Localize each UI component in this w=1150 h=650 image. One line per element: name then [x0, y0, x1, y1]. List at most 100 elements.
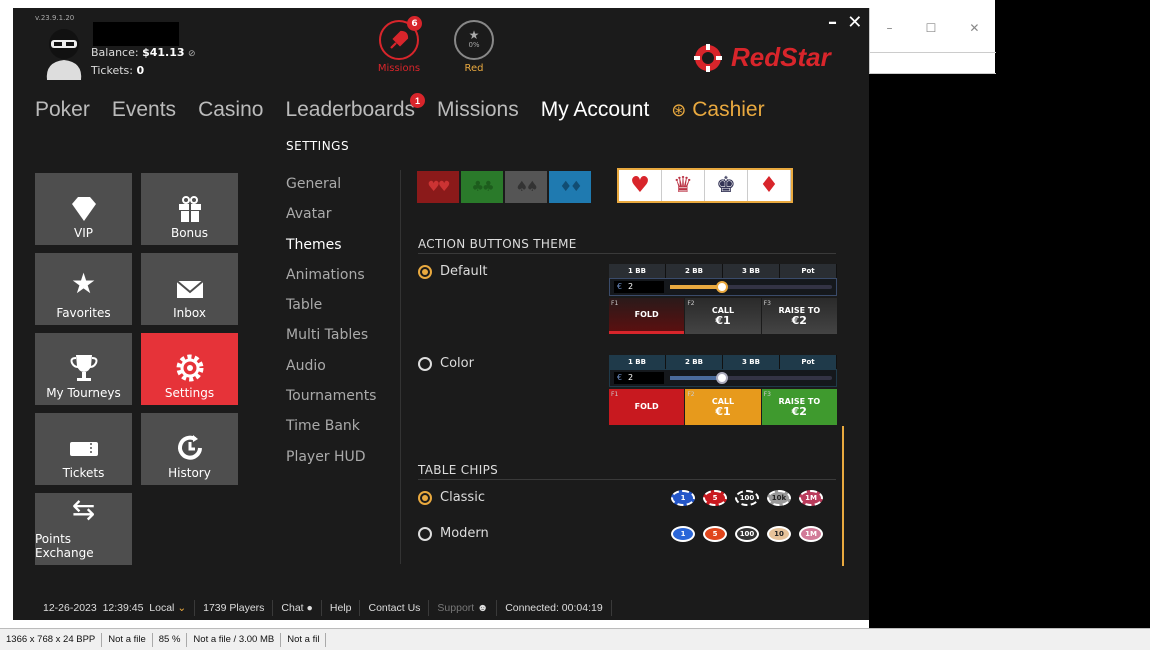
app-window-controls[interactable]: – ✕: [828, 12, 864, 33]
viewer-file-2: Not a fil: [281, 632, 327, 647]
host-address-bar[interactable]: [870, 52, 996, 74]
hide-balance-icon[interactable]: ⊘: [188, 49, 196, 59]
tile-history[interactable]: History: [141, 413, 238, 485]
username-redacted: [93, 22, 179, 46]
scrollbar-thumb[interactable]: [842, 426, 844, 566]
host-maximize-button[interactable]: ☐: [926, 21, 937, 35]
bet-slider: [670, 281, 832, 293]
fkey-label: F1: [611, 300, 619, 307]
card-theme-preview[interactable]: ♥ ♛ ♚ ♦: [617, 168, 793, 203]
settings-item-audio[interactable]: Audio: [286, 356, 376, 386]
preset-2bb: 2 BB: [666, 355, 723, 369]
tile-inbox[interactable]: Inbox: [141, 253, 238, 325]
action-theme-color-option[interactable]: Color: [418, 356, 474, 371]
bet-presets-row: 1 BB 2 BB 3 BB Pot: [609, 264, 837, 278]
section-divider: [418, 479, 836, 480]
chevron-down-icon[interactable]: ⌄: [177, 602, 186, 614]
viewer-zoom: 85 %: [153, 632, 188, 647]
deck-swatch-blue[interactable]: ♦♦: [549, 171, 591, 203]
action-buttons-row: F1 FOLD F2 CALL €1 F3 RAISE TO €2: [609, 389, 837, 425]
footer-contact[interactable]: Contact Us: [360, 600, 430, 616]
exchange-arrows-icon: ⇆: [71, 493, 96, 526]
call-amount: €1: [715, 405, 731, 418]
settings-divider: [400, 170, 401, 564]
settings-item-multi-tables[interactable]: Multi Tables: [286, 325, 376, 355]
chip-icon: 100: [735, 490, 759, 506]
chip-icon: 5: [703, 526, 727, 542]
settings-item-table[interactable]: Table: [286, 295, 376, 325]
footer-help[interactable]: Help: [322, 600, 361, 616]
tile-bonus[interactable]: Bonus: [141, 173, 238, 245]
nav-leaderboards[interactable]: Leaderboards: [285, 98, 415, 121]
poker-chip-icon: [694, 43, 722, 72]
deck-swatch-green[interactable]: ♣♣: [461, 171, 503, 203]
tile-points-exchange[interactable]: ⇆ Points Exchange: [35, 493, 132, 565]
radio-button-selected[interactable]: [418, 490, 432, 505]
settings-item-animations[interactable]: Animations: [286, 265, 376, 295]
host-close-button[interactable]: ✕: [969, 21, 979, 35]
main-nav: Poker Events Casino Leaderboards 1 Missi…: [35, 93, 765, 122]
nav-leaderboards-wrap[interactable]: Leaderboards 1: [285, 93, 426, 122]
raise-amount: €2: [791, 314, 807, 327]
radio-button-selected[interactable]: [418, 264, 432, 279]
action-theme-default-option[interactable]: Default: [418, 264, 488, 279]
settings-item-general[interactable]: General: [286, 174, 376, 204]
tile-favorites[interactable]: ★ Favorites: [35, 253, 132, 325]
action-buttons-row: F1 FOLD F2 CALL €1 F3 RAISE TO €2: [609, 298, 837, 334]
viewer-size: Not a file / 3.00 MB: [187, 632, 282, 647]
classic-chips-preview: 1 5 100 10k 1M: [671, 490, 823, 506]
settings-item-time-bank[interactable]: Time Bank: [286, 416, 376, 446]
tile-vip-label: VIP: [74, 226, 93, 240]
nav-missions[interactable]: Missions: [437, 98, 519, 122]
deck-swatch-grey[interactable]: ♠♠: [505, 171, 547, 203]
footer-support[interactable]: Support ☻: [429, 600, 498, 616]
redstar-logo: RedStar: [693, 42, 831, 73]
fkey-label: F3: [763, 300, 771, 307]
settings-menu: General Avatar Themes Animations Table M…: [286, 174, 376, 477]
preset-pot: Pot: [780, 264, 837, 278]
nav-my-account[interactable]: My Account: [541, 98, 650, 122]
nav-poker[interactable]: Poker: [35, 98, 90, 122]
red-status-button[interactable]: ★ 0% Red: [444, 20, 504, 74]
bet-slider-row: €2: [609, 369, 837, 387]
status-bar: 12-26-2023 12:39:45 Local ⌄ 1739 Players…: [13, 596, 869, 620]
footer-timezone[interactable]: Local: [149, 602, 174, 614]
nav-events[interactable]: Events: [112, 98, 176, 122]
settings-item-tournaments[interactable]: Tournaments: [286, 386, 376, 416]
tile-my-tourneys-label: My Tourneys: [46, 386, 121, 400]
deck-swatch-red[interactable]: ♥♥: [417, 171, 459, 203]
nav-cashier[interactable]: ⊛ Cashier: [671, 98, 764, 122]
settings-item-player-hud[interactable]: Player HUD: [286, 447, 376, 477]
missions-top-button[interactable]: 6 Missions: [369, 16, 429, 74]
tile-settings[interactable]: Settings: [141, 333, 238, 405]
preset-2bb: 2 BB: [666, 264, 723, 278]
radio-button[interactable]: [418, 526, 432, 541]
tile-my-tourneys[interactable]: My Tourneys: [35, 333, 132, 405]
footer-time: 12:39:45: [102, 602, 144, 614]
nav-casino[interactable]: Casino: [198, 98, 263, 122]
chips-classic-option[interactable]: Classic: [418, 490, 485, 505]
desktop-background: [995, 0, 1150, 628]
settings-item-avatar[interactable]: Avatar: [286, 204, 376, 234]
raise-button-preview: F3 RAISE TO €2: [761, 298, 837, 334]
history-icon: [177, 435, 202, 460]
raise-button-preview: F3 RAISE TO €2: [761, 389, 837, 425]
tile-tickets[interactable]: Tickets: [35, 413, 132, 485]
tile-vip[interactable]: VIP: [35, 173, 132, 245]
version-label: v.23.9.1.20: [35, 14, 75, 22]
cashier-chip-icon: ⊛: [671, 100, 687, 120]
settings-item-themes[interactable]: Themes: [286, 235, 376, 265]
host-titlebar: – ☐ ✕: [870, 8, 996, 48]
deck-color-swatches[interactable]: ♥♥ ♣♣ ♠♠ ♦♦: [417, 171, 591, 203]
balance-label: Balance:: [91, 46, 139, 59]
balance: Balance: $41.13 ⊘: [91, 46, 196, 59]
footer-date: 12-26-2023: [43, 602, 97, 614]
bet-slider: [670, 372, 832, 384]
host-minimize-button[interactable]: –: [887, 21, 893, 35]
chips-modern-option[interactable]: Modern: [418, 526, 489, 541]
raise-amount: €2: [791, 405, 807, 418]
avatar[interactable]: [37, 24, 91, 80]
call-amount: €1: [715, 314, 731, 327]
footer-chat[interactable]: Chat ●: [273, 600, 322, 616]
radio-button[interactable]: [418, 356, 432, 371]
